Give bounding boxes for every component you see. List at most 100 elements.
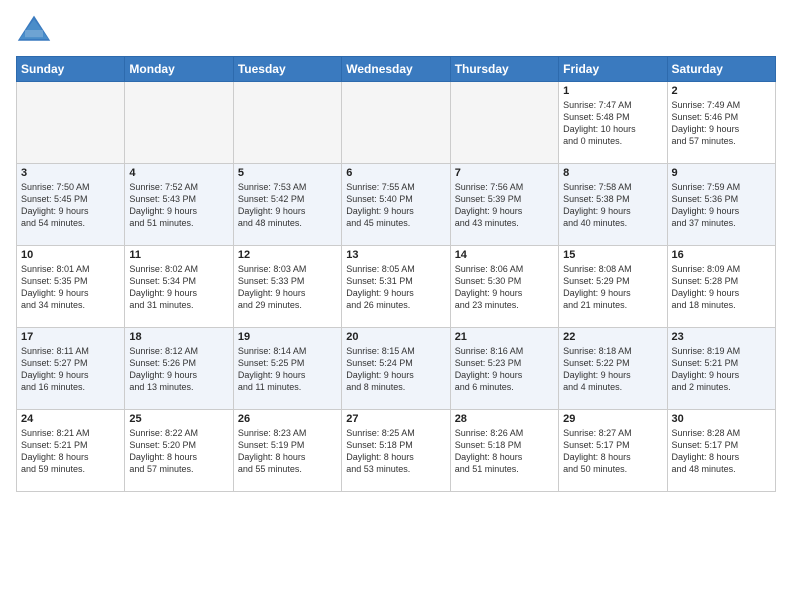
day-number: 16 bbox=[672, 249, 771, 261]
day-details: Sunrise: 7:49 AM Sunset: 5:46 PM Dayligh… bbox=[672, 99, 771, 148]
day-number: 27 bbox=[346, 413, 445, 425]
day-number: 1 bbox=[563, 85, 662, 97]
day-details: Sunrise: 8:28 AM Sunset: 5:17 PM Dayligh… bbox=[672, 427, 771, 476]
day-details: Sunrise: 8:05 AM Sunset: 5:31 PM Dayligh… bbox=[346, 263, 445, 312]
day-number: 22 bbox=[563, 331, 662, 343]
page: SundayMondayTuesdayWednesdayThursdayFrid… bbox=[0, 0, 792, 612]
calendar-header-wednesday: Wednesday bbox=[342, 57, 450, 82]
day-number: 3 bbox=[21, 167, 120, 179]
day-details: Sunrise: 8:21 AM Sunset: 5:21 PM Dayligh… bbox=[21, 427, 120, 476]
calendar-cell: 4Sunrise: 7:52 AM Sunset: 5:43 PM Daylig… bbox=[125, 164, 233, 246]
calendar-header-monday: Monday bbox=[125, 57, 233, 82]
day-number: 19 bbox=[238, 331, 337, 343]
calendar-cell: 17 Sunrise: 8:11 AM Sunset: 5:27 PM Dayli… bbox=[17, 328, 125, 410]
day-details: Sunrise: 8:15 AM Sunset: 5:24 PM Dayligh… bbox=[346, 345, 445, 394]
day-details: Sunrise: 8:03 AM Sunset: 5:33 PM Dayligh… bbox=[238, 263, 337, 312]
calendar-cell: 1 Sunrise: 7:47 AM Sunset: 5:48 PM Daylig… bbox=[559, 82, 667, 164]
day-number: 20 bbox=[346, 331, 445, 343]
calendar-cell: 14 Sunrise: 8:06 AM Sunset: 5:30 PM Dayli… bbox=[450, 246, 558, 328]
calendar-cell: 21 Sunrise: 8:16 AM Sunset: 5:23 PM Dayli… bbox=[450, 328, 558, 410]
calendar-cell: 22 Sunrise: 8:18 AM Sunset: 5:22 PM Dayli… bbox=[559, 328, 667, 410]
calendar-cell: 6 Sunrise: 7:55 AM Sunset: 5:40 PM Daylig… bbox=[342, 164, 450, 246]
day-details: Sunrise: 8:06 AM Sunset: 5:30 PM Dayligh… bbox=[455, 263, 554, 312]
calendar-cell: 28Sunrise: 8:26 AM Sunset: 5:18 PM Dayli… bbox=[450, 410, 558, 492]
calendar-cell: 10 Sunrise: 8:01 AM Sunset: 5:35 PM Dayli… bbox=[17, 246, 125, 328]
calendar-cell: 16 Sunrise: 8:09 AM Sunset: 5:28 PM Dayli… bbox=[667, 246, 775, 328]
day-details: Sunrise: 7:55 AM Sunset: 5:40 PM Dayligh… bbox=[346, 181, 445, 230]
calendar-cell: 13 Sunrise: 8:05 AM Sunset: 5:31 PM Dayli… bbox=[342, 246, 450, 328]
day-number: 18 bbox=[129, 331, 228, 343]
calendar-week-2: 10 Sunrise: 8:01 AM Sunset: 5:35 PM Dayli… bbox=[17, 246, 776, 328]
calendar-cell: 12 Sunrise: 8:03 AM Sunset: 5:33 PM Dayli… bbox=[233, 246, 341, 328]
day-details: Sunrise: 8:01 AM Sunset: 5:35 PM Dayligh… bbox=[21, 263, 120, 312]
day-number: 7 bbox=[455, 167, 554, 179]
calendar-week-3: 17 Sunrise: 8:11 AM Sunset: 5:27 PM Dayli… bbox=[17, 328, 776, 410]
calendar-cell bbox=[125, 82, 233, 164]
calendar-week-4: 24Sunrise: 8:21 AM Sunset: 5:21 PM Dayli… bbox=[17, 410, 776, 492]
day-number: 6 bbox=[346, 167, 445, 179]
day-number: 13 bbox=[346, 249, 445, 261]
day-number: 12 bbox=[238, 249, 337, 261]
day-number: 28 bbox=[455, 413, 554, 425]
calendar-cell: 5 Sunrise: 7:53 AM Sunset: 5:42 PM Daylig… bbox=[233, 164, 341, 246]
day-number: 8 bbox=[563, 167, 662, 179]
day-details: Sunrise: 8:22 AM Sunset: 5:20 PM Dayligh… bbox=[129, 427, 228, 476]
day-details: Sunrise: 8:14 AM Sunset: 5:25 PM Dayligh… bbox=[238, 345, 337, 394]
day-number: 29 bbox=[563, 413, 662, 425]
day-details: Sunrise: 7:59 AM Sunset: 5:36 PM Dayligh… bbox=[672, 181, 771, 230]
day-details: Sunrise: 8:09 AM Sunset: 5:28 PM Dayligh… bbox=[672, 263, 771, 312]
day-details: Sunrise: 7:56 AM Sunset: 5:39 PM Dayligh… bbox=[455, 181, 554, 230]
calendar-cell: 3 Sunrise: 7:50 AM Sunset: 5:45 PM Daylig… bbox=[17, 164, 125, 246]
day-details: Sunrise: 7:47 AM Sunset: 5:48 PM Dayligh… bbox=[563, 99, 662, 148]
day-number: 17 bbox=[21, 331, 120, 343]
day-details: Sunrise: 8:08 AM Sunset: 5:29 PM Dayligh… bbox=[563, 263, 662, 312]
calendar-cell: 18 Sunrise: 8:12 AM Sunset: 5:26 PM Dayli… bbox=[125, 328, 233, 410]
calendar-cell: 29 Sunrise: 8:27 AM Sunset: 5:17 PM Dayli… bbox=[559, 410, 667, 492]
calendar-cell: 8 Sunrise: 7:58 AM Sunset: 5:38 PM Daylig… bbox=[559, 164, 667, 246]
day-details: Sunrise: 8:25 AM Sunset: 5:18 PM Dayligh… bbox=[346, 427, 445, 476]
day-details: Sunrise: 7:50 AM Sunset: 5:45 PM Dayligh… bbox=[21, 181, 120, 230]
calendar-cell bbox=[450, 82, 558, 164]
calendar-cell: 7 Sunrise: 7:56 AM Sunset: 5:39 PM Daylig… bbox=[450, 164, 558, 246]
day-details: Sunrise: 8:18 AM Sunset: 5:22 PM Dayligh… bbox=[563, 345, 662, 394]
day-number: 21 bbox=[455, 331, 554, 343]
day-details: Sunrise: 7:53 AM Sunset: 5:42 PM Dayligh… bbox=[238, 181, 337, 230]
calendar-header-thursday: Thursday bbox=[450, 57, 558, 82]
calendar: SundayMondayTuesdayWednesdayThursdayFrid… bbox=[16, 56, 776, 492]
header bbox=[16, 12, 776, 48]
calendar-cell bbox=[233, 82, 341, 164]
day-number: 11 bbox=[129, 249, 228, 261]
calendar-cell: 25 Sunrise: 8:22 AM Sunset: 5:20 PM Dayli… bbox=[125, 410, 233, 492]
calendar-week-0: 1 Sunrise: 7:47 AM Sunset: 5:48 PM Daylig… bbox=[17, 82, 776, 164]
logo-icon bbox=[16, 12, 52, 48]
day-number: 23 bbox=[672, 331, 771, 343]
calendar-week-1: 3 Sunrise: 7:50 AM Sunset: 5:45 PM Daylig… bbox=[17, 164, 776, 246]
day-number: 5 bbox=[238, 167, 337, 179]
day-details: Sunrise: 8:11 AM Sunset: 5:27 PM Dayligh… bbox=[21, 345, 120, 394]
day-number: 30 bbox=[672, 413, 771, 425]
day-details: Sunrise: 8:27 AM Sunset: 5:17 PM Dayligh… bbox=[563, 427, 662, 476]
day-details: Sunrise: 8:16 AM Sunset: 5:23 PM Dayligh… bbox=[455, 345, 554, 394]
day-details: Sunrise: 7:58 AM Sunset: 5:38 PM Dayligh… bbox=[563, 181, 662, 230]
day-number: 14 bbox=[455, 249, 554, 261]
day-number: 4 bbox=[129, 167, 228, 179]
calendar-cell: 20 Sunrise: 8:15 AM Sunset: 5:24 PM Dayli… bbox=[342, 328, 450, 410]
calendar-cell: 30 Sunrise: 8:28 AM Sunset: 5:17 PM Dayli… bbox=[667, 410, 775, 492]
day-details: Sunrise: 8:02 AM Sunset: 5:34 PM Dayligh… bbox=[129, 263, 228, 312]
calendar-cell: 2Sunrise: 7:49 AM Sunset: 5:46 PM Daylig… bbox=[667, 82, 775, 164]
day-number: 25 bbox=[129, 413, 228, 425]
calendar-cell: 9Sunrise: 7:59 AM Sunset: 5:36 PM Daylig… bbox=[667, 164, 775, 246]
calendar-header-saturday: Saturday bbox=[667, 57, 775, 82]
calendar-cell bbox=[342, 82, 450, 164]
calendar-cell bbox=[17, 82, 125, 164]
day-number: 10 bbox=[21, 249, 120, 261]
calendar-cell: 15Sunrise: 8:08 AM Sunset: 5:29 PM Dayli… bbox=[559, 246, 667, 328]
calendar-cell: 19 Sunrise: 8:14 AM Sunset: 5:25 PM Dayli… bbox=[233, 328, 341, 410]
day-details: Sunrise: 8:19 AM Sunset: 5:21 PM Dayligh… bbox=[672, 345, 771, 394]
calendar-header-tuesday: Tuesday bbox=[233, 57, 341, 82]
day-details: Sunrise: 8:12 AM Sunset: 5:26 PM Dayligh… bbox=[129, 345, 228, 394]
day-number: 26 bbox=[238, 413, 337, 425]
calendar-header-sunday: Sunday bbox=[17, 57, 125, 82]
calendar-header-friday: Friday bbox=[559, 57, 667, 82]
logo bbox=[16, 12, 58, 48]
